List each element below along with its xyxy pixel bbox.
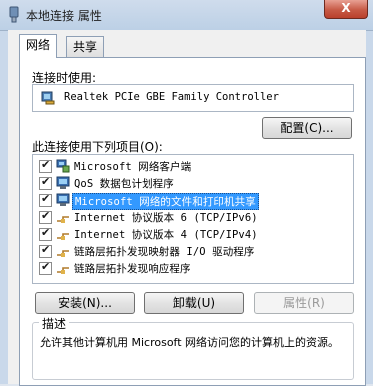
description-title: 描述 xyxy=(39,315,70,332)
item-label: 链路层拓扑发现响应程序 xyxy=(74,263,191,275)
tab-sharing[interactable]: 共享 xyxy=(66,36,105,57)
uninstall-button[interactable]: 卸载(U) xyxy=(144,292,244,314)
checkbox[interactable] xyxy=(39,158,52,173)
tab-networking[interactable]: 网络 xyxy=(19,34,58,58)
description-group: 描述 允许其他计算机用 Microsoft 网络访问您的计算机上的资源。 xyxy=(32,315,354,380)
qos-scheduler-icon xyxy=(56,176,70,189)
protocol-icon xyxy=(57,267,69,274)
protocol-icon xyxy=(57,250,69,257)
adapter-name: Realtek PCIe GBE Family Controller xyxy=(64,91,279,103)
checkbox[interactable] xyxy=(39,175,52,190)
network-adapter-icon xyxy=(9,6,19,23)
protocol-icon xyxy=(57,216,69,223)
network-card-icon xyxy=(41,91,55,105)
properties-window: 本地连接 属性 X 网络 共享 连接时使用: Realtek PCIe GBE … xyxy=(0,0,373,386)
item-label: Microsoft 网络客户端 xyxy=(74,161,192,173)
file-printer-sharing-icon xyxy=(56,193,70,206)
properties-button[interactable]: 属性(R) xyxy=(254,292,354,314)
install-button[interactable]: 安装(N)... xyxy=(35,292,135,314)
item-label: QoS 数据包计划程序 xyxy=(74,178,174,190)
checkbox[interactable] xyxy=(39,260,52,275)
adapter-field: Realtek PCIe GBE Family Controller xyxy=(32,84,354,112)
checkbox[interactable] xyxy=(39,192,52,207)
item-label: Internet 协议版本 4 (TCP/IPv4) xyxy=(74,229,258,241)
checkbox[interactable] xyxy=(39,243,52,258)
configure-button[interactable]: 配置(C)... xyxy=(262,117,352,139)
checkbox[interactable] xyxy=(39,209,52,224)
network-client-icon xyxy=(56,159,70,173)
protocol-icon xyxy=(57,233,69,240)
item-label: Microsoft 网络的文件和打印机共享 xyxy=(72,193,259,210)
description-text: 允许其他计算机用 Microsoft 网络访问您的计算机上的资源。 xyxy=(40,336,340,349)
title-bar[interactable]: 本地连接 属性 X xyxy=(0,0,373,31)
close-button[interactable]: X xyxy=(324,0,368,19)
items-label: 此连接使用下列项目(O): xyxy=(32,140,163,154)
checkbox[interactable] xyxy=(39,226,52,241)
components-list[interactable]: Microsoft 网络客户端 QoS 数据包计划程序 Microsoft 网络… xyxy=(32,154,354,284)
item-label: 链路层拓扑发现映射器 I/O 驱动程序 xyxy=(74,246,255,258)
item-label: Internet 协议版本 6 (TCP/IPv6) xyxy=(74,212,258,224)
window-title: 本地连接 属性 xyxy=(26,9,102,23)
